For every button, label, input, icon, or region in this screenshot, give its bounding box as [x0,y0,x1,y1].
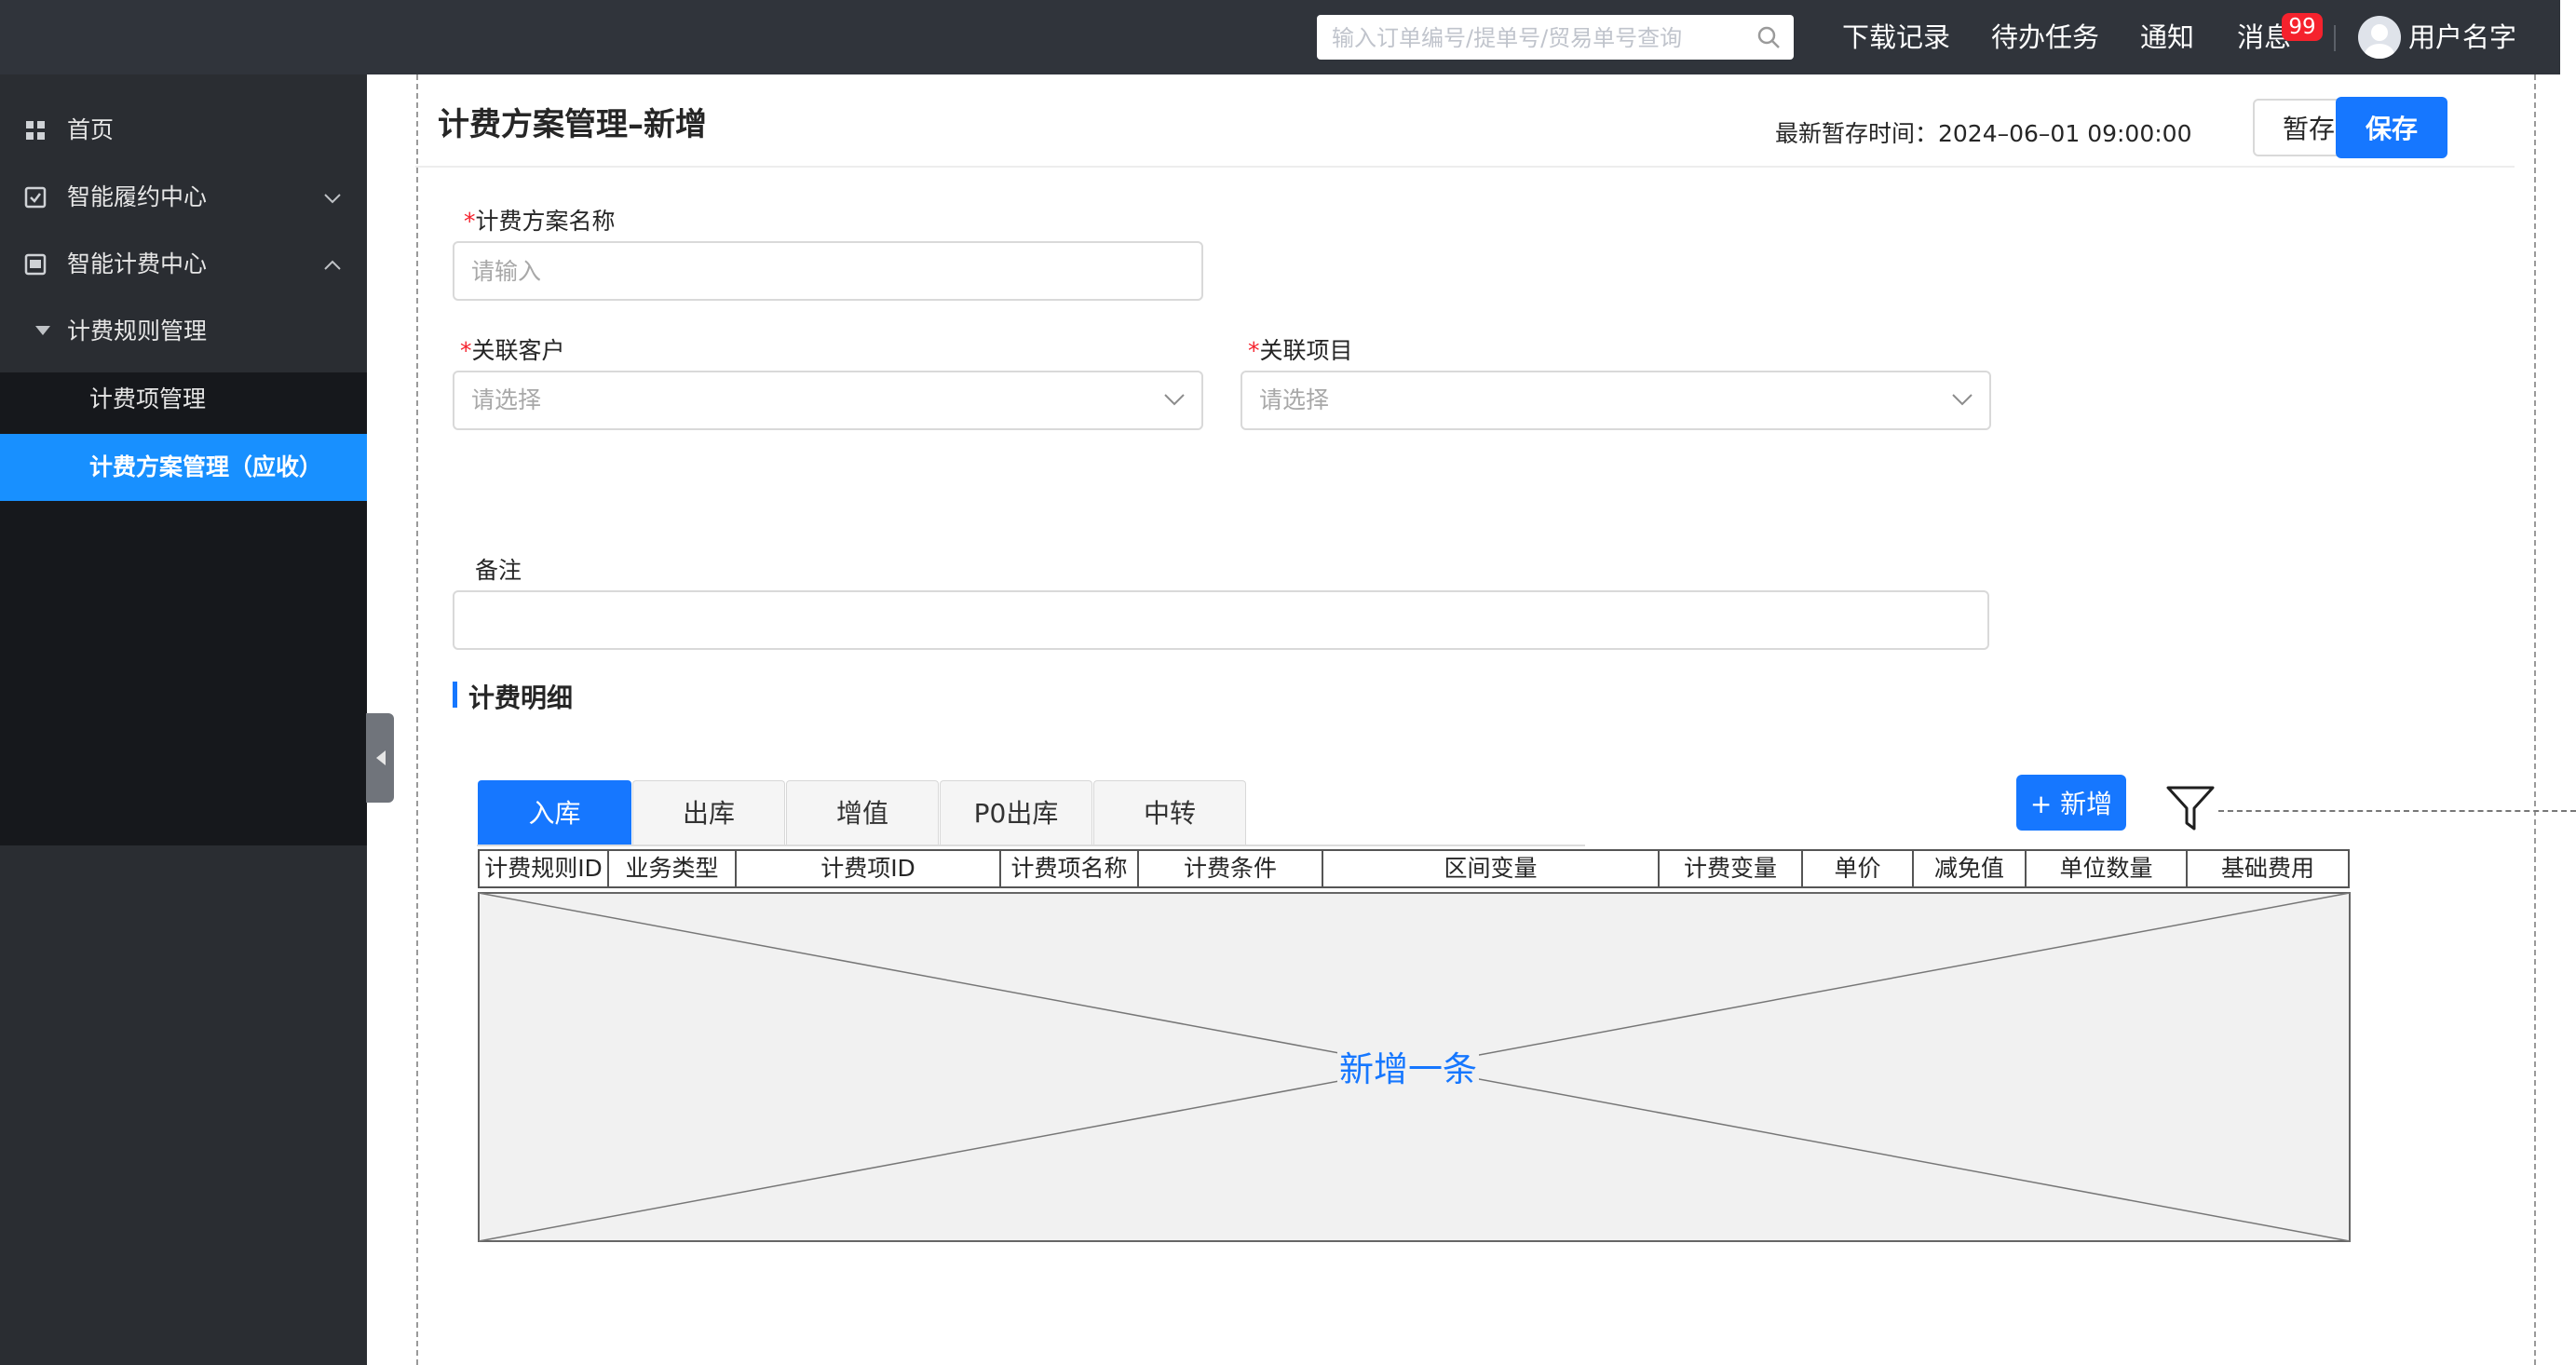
column-header: 减免值 [1933,855,2004,882]
content-boundary-left [416,74,418,1365]
column-header: 业务类型 [625,855,719,882]
customer-select-placeholder: 请选择 [471,386,542,413]
header-divider [415,166,2515,168]
nav-todo-tasks[interactable]: 待办任务 [1991,0,2099,74]
chevron-down-icon [1952,394,1973,406]
billing-details-table-header: 计费规则ID 业务类型 计费项ID 计费项名称 计费条件 区间变量 计费变量 单… [478,849,2350,888]
remark-label: 备注 [475,557,522,584]
column-header: 计费条件 [1183,855,1277,882]
user-name[interactable]: 用户名字 [2408,0,2516,74]
tab-value-added[interactable]: 增值 [786,780,939,845]
user-avatar[interactable] [2358,16,2401,59]
chevron-up-icon [324,260,341,270]
column-header: 单位数量 [2059,855,2153,882]
message-count-badge: 99 [2282,13,2323,41]
plan-name-field[interactable] [453,241,1203,301]
sidebar-item-label: 计费项管理 [89,385,207,412]
last-save-time: 最新暂存时间：2024–06–01 09:00:00 [1775,120,2192,147]
column-header: 单价 [1834,855,1881,882]
grid-icon [26,121,45,140]
checkbox-icon [24,186,47,209]
project-label-text: 关联项目 [1259,337,1353,364]
tab-transfer[interactable]: 中转 [1093,780,1246,845]
sidebar-item-label: 智能履约中心 [67,183,208,210]
filter-icon[interactable] [2164,782,2217,834]
add-one-row-link[interactable]: 新增一条 [1337,1041,1479,1091]
content-boundary-right [2534,74,2536,1365]
column-header: 计费项ID [820,855,915,882]
caret-left-icon [376,750,386,765]
tab-po-outbound[interactable]: P0出库 [940,780,1092,845]
sidebar-item-label: 计费方案管理（应收） [89,453,323,480]
remark-field[interactable] [453,590,1989,650]
annotation-dashed-line [2218,810,2576,812]
top-bar: 下载记录 待办任务 通知 消息 99 用户名字 [0,0,2560,74]
tab-baseline [477,845,1585,846]
sidebar-item-fulfillment-center[interactable]: 智能履约中心 [0,164,367,231]
tab-outbound[interactable]: 出库 [632,780,785,845]
customer-label-text: 关联客户 [471,337,565,364]
project-label: *关联项目 [1248,332,1353,366]
required-mark: * [1248,337,1260,364]
order-search-box[interactable] [1317,15,1794,61]
nav-notifications[interactable]: 通知 [2140,0,2194,74]
search-icon[interactable] [1756,25,1781,49]
save-button[interactable]: 保存 [2336,97,2447,158]
sidebar-item-billing-plans-receivable[interactable]: 计费方案管理（应收） [0,434,367,501]
column-header: 基础费用 [2220,855,2314,882]
column-header: 计费规则ID [484,855,603,882]
image-icon [24,253,47,276]
column-header: 计费项名称 [1010,855,1128,882]
add-row-button[interactable]: + 新增 [2016,775,2126,831]
chevron-down-icon [324,194,341,204]
column-header: 区间变量 [1444,855,1538,882]
project-select-placeholder: 请选择 [1259,386,1330,413]
sidebar-collapse-handle[interactable] [366,713,394,803]
sidebar-item-billing-center[interactable]: 智能计费中心 [0,231,367,298]
customer-select[interactable]: 请选择 [453,371,1203,430]
order-search-input[interactable] [1330,15,1743,61]
sidebar-item-label: 首页 [67,116,115,143]
sidebar: 首页 智能履约中心 智能计费中心 计费规则管理 计费项管理 计费方案管理（应收） [0,74,367,1365]
section-accent-bar [453,682,457,708]
nav-download-records[interactable]: 下载记录 [1842,0,1950,74]
customer-label: *关联客户 [460,332,565,366]
tab-inbound[interactable]: 入库 [478,780,631,845]
sidebar-item-label: 计费规则管理 [67,318,208,345]
page-title: 计费方案管理–新增 [438,106,707,143]
sidebar-item-label: 智能计费中心 [67,250,208,277]
caret-down-icon [35,326,50,335]
plan-name-label: *计费方案名称 [464,203,616,237]
column-header: 计费变量 [1683,855,1777,882]
chevron-down-icon [1164,394,1185,406]
required-mark: * [464,208,476,235]
sidebar-item-home[interactable]: 首页 [0,97,367,164]
sidebar-item-billing-rules[interactable]: 计费规则管理 [0,298,367,365]
plan-name-input[interactable] [471,243,1106,299]
billing-details-title: 计费明细 [468,682,574,713]
plan-name-label-text: 计费方案名称 [475,208,616,235]
sidebar-item-billing-items[interactable]: 计费项管理 [0,366,367,433]
remark-input[interactable] [471,592,1944,648]
divider [2334,25,2336,51]
user-icon [2365,24,2394,59]
project-select[interactable]: 请选择 [1241,371,1991,430]
required-mark: * [460,337,472,364]
